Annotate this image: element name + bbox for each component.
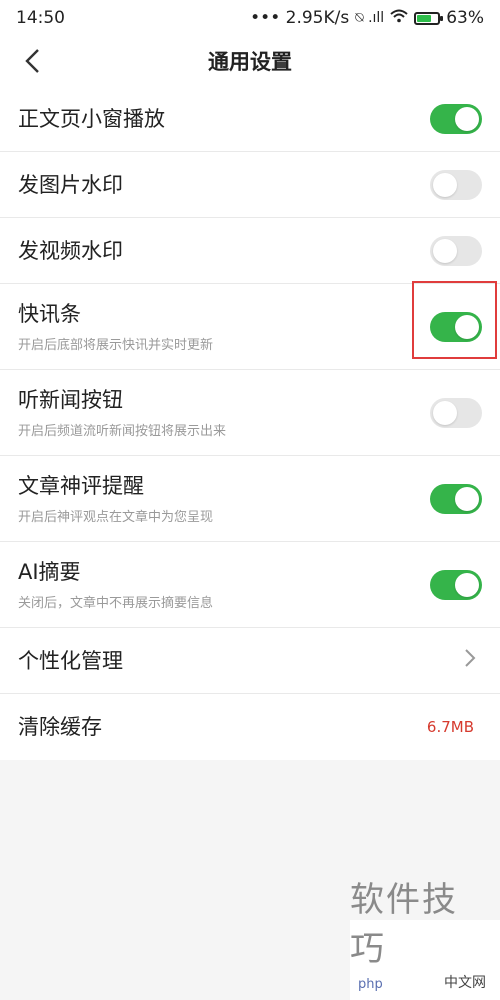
- status-bar: 14:50 ••• 2.95K/s ⍉ .ıll 63%: [0, 0, 500, 36]
- cache-size: 6.7MB: [426, 718, 474, 736]
- battery-icon: [414, 11, 444, 25]
- settings-list: 正文页小窗播放 发图片水印 发视频水印 快讯条 开启后底部将展示快讯并实时更新 …: [0, 86, 500, 760]
- watermark: 软件技巧 php 中文网: [350, 880, 500, 1000]
- setting-row-listen-news: 听新闻按钮 开启后频道流听新闻按钮将展示出来: [0, 370, 500, 456]
- setting-title: 文章神评提醒: [18, 474, 144, 498]
- setting-subtitle: 关闭后，文章中不再展示摘要信息: [18, 596, 214, 611]
- setting-row-video-watermark: 发视频水印: [0, 218, 500, 284]
- setting-title: 发视频水印: [18, 238, 123, 263]
- chevron-right-icon: [464, 648, 476, 674]
- setting-title: 正文页小窗播放: [18, 106, 165, 131]
- setting-row-mini-window: 正文页小窗播放: [0, 86, 500, 152]
- nav-bar: 通用设置: [0, 36, 500, 86]
- toggle-image-watermark[interactable]: [430, 169, 482, 200]
- setting-row-comment-reminder: 文章神评提醒 开启后神评观点在文章中为您呈现: [0, 456, 500, 542]
- setting-title: 听新闻按钮: [18, 388, 123, 412]
- toggle-video-watermark[interactable]: [430, 235, 482, 266]
- toggle-knob: [433, 238, 457, 263]
- toggle-knob: [455, 314, 479, 339]
- setting-title: 清除缓存: [18, 715, 102, 739]
- toggle-ai-summary[interactable]: [430, 569, 482, 600]
- setting-row-ai-summary: AI摘要 关闭后，文章中不再展示摘要信息: [0, 542, 500, 628]
- setting-row-news-bar: 快讯条 开启后底部将展示快讯并实时更新: [0, 281, 500, 370]
- signal-icon: ⍉ .ıll: [355, 10, 385, 26]
- setting-title: 快讯条: [18, 302, 81, 326]
- back-button[interactable]: [16, 44, 50, 78]
- toggle-knob: [433, 400, 457, 425]
- toggle-knob: [455, 486, 479, 511]
- battery-percent: 63%: [446, 8, 484, 28]
- setting-subtitle: 开启后底部将展示快讯并实时更新: [18, 338, 214, 353]
- setting-title: 个性化管理: [18, 648, 123, 673]
- setting-subtitle: 开启后神评观点在文章中为您呈现: [18, 510, 214, 525]
- setting-subtitle: 开启后频道流听新闻按钮将展示出来: [18, 424, 227, 439]
- wifi-icon: [390, 9, 408, 27]
- watermark-text: 软件技巧: [350, 880, 458, 969]
- toggle-knob: [455, 106, 479, 131]
- setting-title: 发图片水印: [18, 172, 123, 197]
- page-title: 通用设置: [208, 50, 292, 74]
- chevron-left-icon: [25, 49, 39, 73]
- clear-cache-row[interactable]: 清除缓存 6.7MB: [0, 694, 500, 760]
- watermark-site-cn: 中文网: [444, 975, 486, 991]
- setting-title: AI摘要: [18, 560, 81, 584]
- toggle-knob: [455, 572, 479, 597]
- status-indicators: ••• 2.95K/s ⍉ .ıll 63%: [250, 8, 484, 28]
- toggle-mini-window[interactable]: [430, 103, 482, 134]
- toggle-comment-reminder[interactable]: [430, 483, 482, 514]
- toggle-listen-news[interactable]: [430, 397, 482, 428]
- watermark-site: php: [358, 977, 383, 992]
- status-time: 14:50: [16, 8, 65, 28]
- toggle-news-bar[interactable]: [430, 311, 482, 342]
- setting-row-image-watermark: 发图片水印: [0, 152, 500, 218]
- toggle-knob: [433, 172, 457, 197]
- network-speed: ••• 2.95K/s: [250, 8, 350, 28]
- personalization-row[interactable]: 个性化管理: [0, 628, 500, 694]
